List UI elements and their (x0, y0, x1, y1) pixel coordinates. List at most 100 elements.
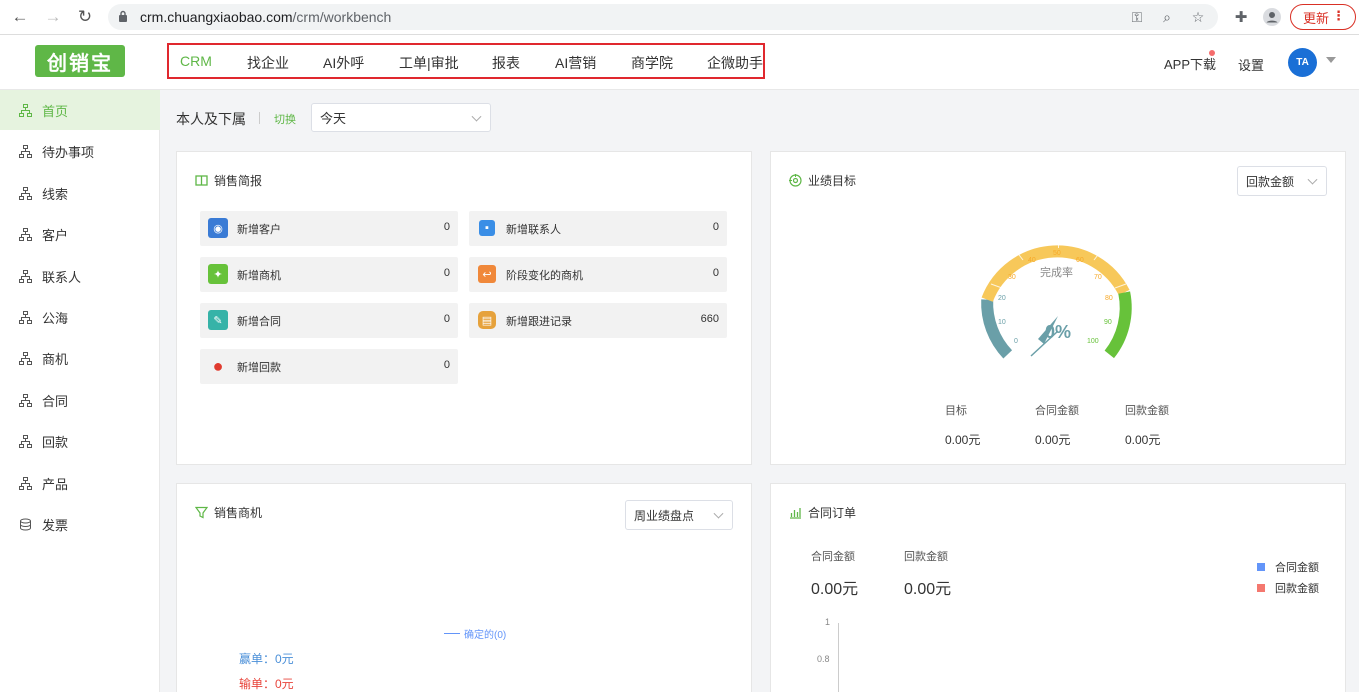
report-type-select[interactable]: 周业绩盘点 (625, 500, 733, 530)
chevron-down-icon[interactable] (1326, 57, 1336, 63)
database-icon (18, 517, 32, 531)
puzzle-icon[interactable]: ✚ (1230, 6, 1252, 28)
nav-ai-call[interactable]: AI外呼 (323, 53, 364, 73)
org-tree-icon (18, 227, 32, 241)
sidebar-item-label: 回款 (42, 434, 69, 450)
scope-label: 本人及下属 (176, 111, 246, 127)
url-text: crm.chuangxiaobao.com/crm/workbench (140, 9, 392, 25)
sidebar-item-label: 产品 (42, 476, 69, 492)
avatar[interactable]: TA (1288, 48, 1317, 77)
reload-icon[interactable]: ↻ (74, 6, 96, 28)
sidebar-item-opportunities[interactable]: 商机 (0, 338, 160, 378)
contract-orders-card: 合同订单 合同金额 0.00元 回款金额 0.00元 合同金额 回款金额 1 0… (770, 483, 1346, 692)
card-title: 销售简报 (195, 172, 262, 189)
update-button[interactable]: 更新 ⋮ (1290, 4, 1356, 30)
star-icon[interactable]: ☆ (1189, 8, 1207, 26)
sidebar-item-payments[interactable]: 回款 (0, 421, 160, 461)
forward-icon[interactable]: → (42, 6, 64, 28)
org-tree-icon (18, 186, 32, 200)
notification-dot (1209, 50, 1215, 56)
y-tick-label: 0.8 (817, 654, 830, 664)
sales-opportunity-card: 销售商机 周业绩盘点 确定的(0) 赢单：0元 输单：0元 (176, 483, 752, 692)
gauge-tick: 0 (1014, 338, 1018, 345)
browser-toolbar: ← → ↻ crm.chuangxiaobao.com/crm/workbenc… (0, 0, 1359, 35)
zoom-icon[interactable]: ⌕ (1158, 8, 1176, 26)
sidebar-item-todo[interactable]: 待办事项 (0, 131, 160, 171)
stat-new-contracts[interactable]: ✎ 新增合同 0 (200, 303, 458, 338)
nav-business-school[interactable]: 商学院 (631, 53, 673, 73)
contract-amount-value: 0.00元 (811, 581, 859, 598)
sidebar-item-label: 合同 (42, 393, 69, 409)
report-type-select-value: 周业绩盘点 (634, 508, 695, 523)
logo[interactable]: 创销宝 (35, 45, 125, 77)
contract-amount-value: 0.00元 (1035, 433, 1071, 447)
nav-wecom-assistant[interactable]: 企微助手 (707, 53, 763, 73)
metric-select[interactable]: 回款金额 (1237, 166, 1327, 196)
address-bar[interactable]: crm.chuangxiaobao.com/crm/workbench ⚿ ⌕ … (108, 4, 1218, 30)
card-title: 销售商机 (195, 504, 262, 521)
metric-select-value: 回款金额 (1246, 174, 1295, 189)
stat-new-opportunities[interactable]: ✦ 新增商机 0 (200, 257, 458, 292)
legend-contract-amount[interactable]: 合同金额 (1257, 559, 1319, 575)
sidebar-item-products[interactable]: 产品 (0, 463, 160, 503)
period-select[interactable]: 今天 (311, 103, 491, 132)
key-icon[interactable]: ⚿ (1128, 8, 1146, 26)
gauge-tick: 10 (998, 319, 1006, 326)
stat-stage-changed-opportunities[interactable]: ↩ 阶段变化的商机 0 (469, 257, 727, 292)
stat-new-payments[interactable]: ● 新增回款 0 (200, 349, 458, 384)
contract-amount-label: 合同金额 (811, 551, 855, 563)
sidebar-item-label: 待办事项 (42, 144, 95, 160)
chevron-down-icon (713, 508, 724, 519)
sidebar-item-public-pool[interactable]: 公海 (0, 297, 160, 337)
org-tree-icon (18, 351, 32, 365)
switch-scope-link[interactable]: 切换 (274, 111, 296, 127)
stat-new-customers[interactable]: ◉ 新增客户 0 (200, 211, 458, 246)
org-tree-icon (18, 103, 32, 117)
target-value: 0.00元 (945, 433, 981, 447)
settings-link[interactable]: 设置 (1238, 55, 1264, 74)
sidebar-item-invoices[interactable]: 发票 (0, 504, 160, 544)
sidebar-item-customers[interactable]: 客户 (0, 214, 160, 254)
nav-ai-marketing[interactable]: AI营销 (555, 53, 596, 73)
return-arrow-icon: ↩ (478, 265, 496, 283)
org-tree-icon (18, 434, 32, 448)
money-bag-icon: ● (212, 355, 224, 376)
sidebar: 首页 待办事项 线索 客户 联系人 公海 商机 合同 回款 产品 发票 (0, 90, 160, 692)
org-tree-icon (18, 476, 32, 490)
menu-dots-icon: ⋮ (1332, 8, 1345, 23)
stat-new-contacts[interactable]: ▪ 新增联系人 0 (469, 211, 727, 246)
org-tree-icon (18, 393, 32, 407)
sidebar-item-leads[interactable]: 线索 (0, 173, 160, 213)
sidebar-item-contracts[interactable]: 合同 (0, 380, 160, 420)
card-title: 合同订单 (789, 504, 856, 521)
gauge-tick: 30 (1008, 274, 1016, 281)
stat-new-followups[interactable]: ▤ 新增跟进记录 660 (469, 303, 727, 338)
nav-ticket-approval[interactable]: 工单|审批 (399, 53, 459, 73)
app-download-link[interactable]: APP下载 (1164, 54, 1216, 73)
period-select-value: 今天 (320, 111, 347, 126)
top-nav: CRM 找企业 AI外呼 工单|审批 报表 AI营销 商学院 企微助手 (167, 43, 765, 79)
gauge-tick: 40 (1028, 257, 1036, 264)
contract-amount-label: 合同金额 (1035, 405, 1079, 417)
back-icon[interactable]: ← (9, 6, 31, 28)
sidebar-item-home[interactable]: 首页 (0, 90, 160, 130)
payment-amount-label: 回款金额 (904, 551, 948, 563)
lose-amount: 输单：0元 (239, 677, 294, 691)
gauge-tick: 80 (1105, 295, 1113, 302)
sidebar-item-label: 客户 (42, 227, 69, 243)
win-amount: 赢单：0元 (239, 652, 294, 666)
legend-payment-amount[interactable]: 回款金额 (1257, 580, 1319, 596)
payment-amount-value: 0.00元 (904, 581, 952, 598)
funnel-legend: 确定的(0) (444, 626, 506, 641)
nav-reports[interactable]: 报表 (492, 53, 520, 73)
org-tree-icon (18, 144, 32, 158)
profile-icon[interactable] (1261, 6, 1283, 28)
sidebar-item-contacts[interactable]: 联系人 (0, 256, 160, 296)
lock-icon (119, 10, 127, 22)
nav-find-company[interactable]: 找企业 (247, 53, 289, 73)
nav-crm[interactable]: CRM (180, 53, 212, 69)
chevron-down-icon (471, 111, 482, 122)
sidebar-item-label: 首页 (42, 103, 69, 119)
card-title: 业绩目标 (789, 172, 856, 189)
legend-swatch (1257, 563, 1265, 571)
